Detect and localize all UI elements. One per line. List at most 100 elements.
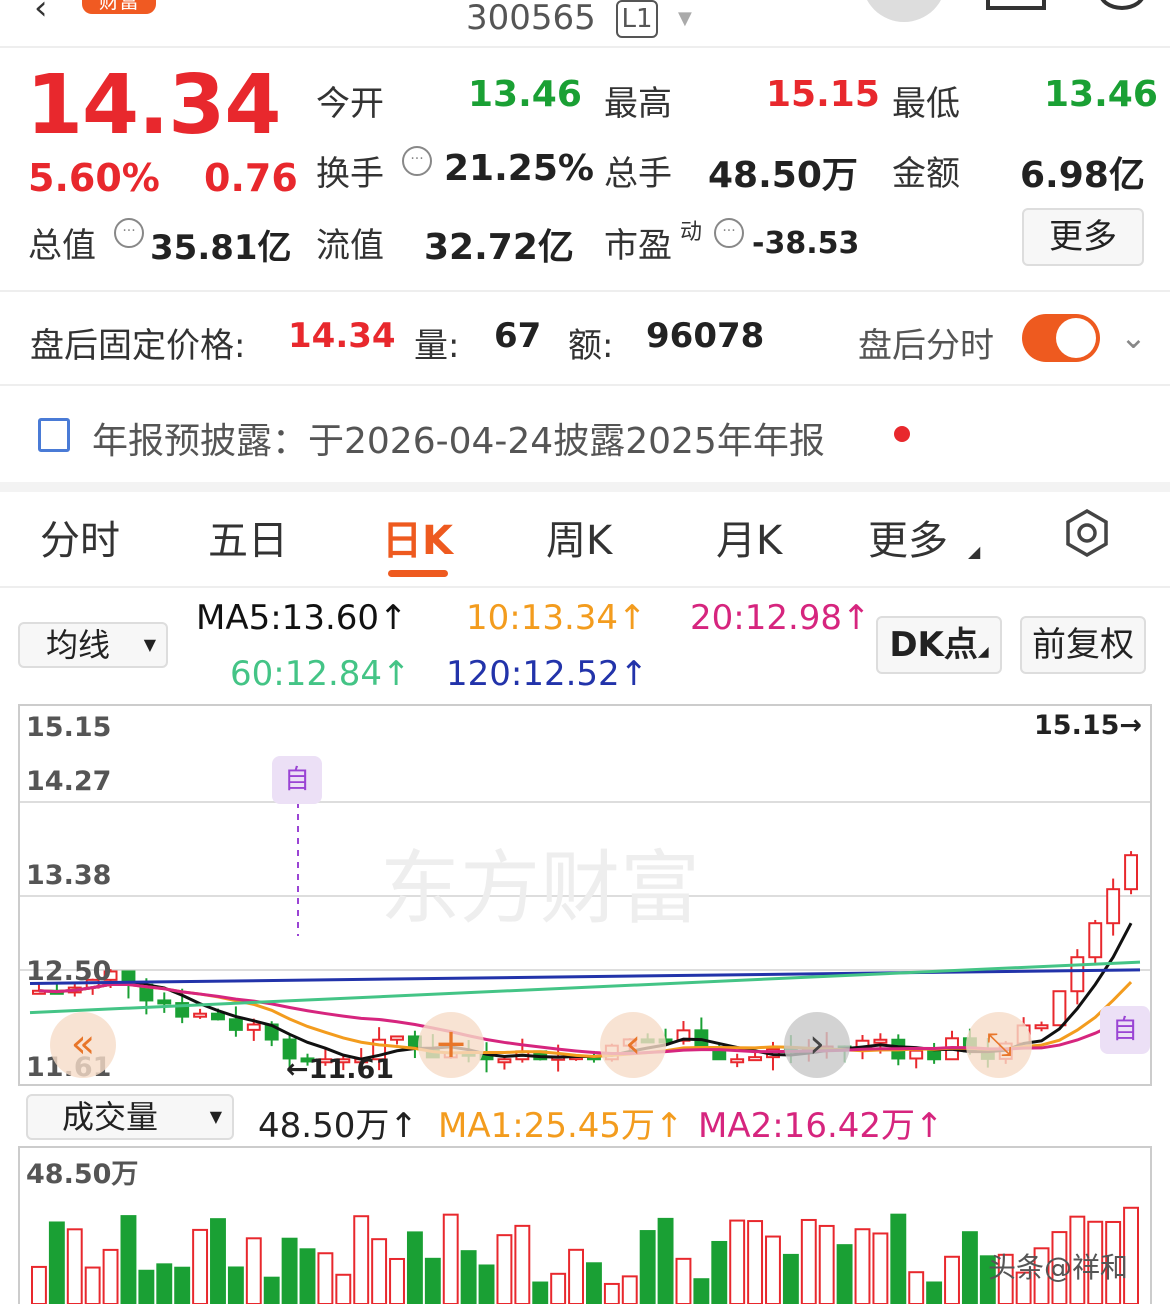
adjust-button[interactable]: 前复权	[1020, 616, 1146, 674]
max-marker: 15.15→	[1034, 710, 1143, 741]
volume-chart[interactable]: 48.50万	[18, 1146, 1152, 1304]
prev-button[interactable]: ‹	[600, 1012, 666, 1078]
tab-monthly-k[interactable]: 月K	[716, 508, 782, 566]
volume-bar	[496, 1234, 513, 1304]
volume-bar	[317, 1252, 334, 1304]
ma120-label: 120:12.52↑	[446, 654, 649, 694]
search-icon[interactable]	[1098, 0, 1146, 10]
min-marker: ←11.61	[286, 1054, 395, 1085]
volume-bar	[532, 1281, 549, 1304]
high-value: 15.15	[766, 74, 880, 115]
tab-more[interactable]: 更多	[868, 508, 948, 566]
mcap-label: 总值	[28, 226, 96, 266]
volume-selector-label: 成交量	[62, 1098, 159, 1136]
volume-bar	[872, 1232, 889, 1304]
volume-selector[interactable]: 成交量 ▼	[26, 1094, 234, 1140]
volume-bar	[944, 1255, 960, 1304]
volume-bar	[138, 1269, 155, 1304]
high-label: 最高	[604, 84, 672, 124]
calendar-icon[interactable]	[986, 0, 1046, 10]
triangle-icon: ◢	[977, 644, 989, 660]
volume-bar	[371, 1238, 388, 1304]
stock-code: 300565	[466, 0, 596, 38]
volume-bar	[281, 1237, 298, 1304]
candle	[1124, 854, 1139, 891]
divider	[0, 290, 1170, 292]
chevron-down-icon[interactable]: ⌄	[1120, 318, 1147, 356]
top-bar: ‹ 财富 300565 L1 ▼	[0, 0, 1170, 48]
volume-bar	[120, 1215, 137, 1304]
volume-bar	[926, 1281, 943, 1304]
volume-bar	[245, 1237, 262, 1304]
low-label: 最低	[892, 84, 960, 124]
ma-selector[interactable]: 均线 ▼	[18, 622, 168, 668]
turnover-label: 换手	[316, 154, 384, 194]
self-mark-tag[interactable]: 自	[272, 756, 322, 804]
triangle-down-icon: ▼	[209, 1107, 222, 1126]
pe-label: 市盈	[604, 226, 672, 266]
ma10-label: 10:13.34↑	[466, 598, 647, 638]
volume-bar	[174, 1266, 191, 1304]
divider	[0, 384, 1170, 386]
volume-bar	[84, 1266, 101, 1304]
triangle-down-icon: ▼	[143, 635, 156, 654]
notice-text[interactable]: 年报预披露：于2026-04-24披露2025年年报	[92, 412, 825, 464]
notice-dot	[894, 426, 910, 442]
current-price: 14.34	[26, 58, 281, 153]
after-hours-toggle[interactable]	[1022, 314, 1100, 362]
volume-bar	[890, 1213, 907, 1304]
volume-bar	[192, 1228, 209, 1304]
avatar[interactable]	[862, 0, 946, 22]
amount-label: 金额	[892, 154, 960, 194]
volume-value: 48.50万	[708, 155, 858, 196]
candle	[246, 1023, 261, 1031]
fullscreen-button[interactable]: ⤡	[966, 1012, 1032, 1078]
volume-bar	[156, 1263, 173, 1304]
dk-point-label: DK点	[889, 625, 978, 665]
volume-bar	[514, 1224, 531, 1304]
tab-daily-k[interactable]: 日K	[382, 508, 453, 566]
volume-canvas	[31, 1206, 1140, 1304]
after-hours-toggle-label: 盘后分时	[858, 326, 994, 366]
info-icon[interactable]: ···	[402, 146, 432, 176]
volume-bar	[800, 1218, 817, 1304]
volume-bar	[747, 1220, 764, 1304]
gear-icon[interactable]	[1062, 508, 1112, 558]
volume-bar	[406, 1231, 423, 1304]
after-hours-amount: 96078	[646, 316, 765, 356]
back-icon[interactable]: ‹	[34, 0, 48, 28]
tab-weekly-k[interactable]: 周K	[546, 508, 612, 566]
divider	[0, 586, 1170, 588]
ma-selector-label: 均线	[46, 626, 111, 664]
volume-bar	[765, 1235, 781, 1304]
after-hours-price: 14.34	[288, 316, 396, 356]
info-icon[interactable]: ···	[714, 218, 744, 248]
rewind-button[interactable]: «	[50, 1012, 116, 1078]
volume-bar	[782, 1253, 799, 1304]
volume-bar	[424, 1257, 441, 1304]
tab-intraday[interactable]: 分时	[40, 508, 120, 566]
candle	[873, 1038, 888, 1044]
y-label-2: 14.27	[26, 766, 112, 797]
volume-bar	[908, 1271, 925, 1304]
volume-bar	[586, 1262, 602, 1304]
volume-bar	[818, 1224, 835, 1304]
active-tab-indicator	[388, 570, 448, 577]
dropdown-icon[interactable]: ▼	[678, 8, 692, 29]
mcap-value: 35.81亿	[150, 228, 292, 268]
amount-value: 6.98亿	[1020, 155, 1145, 196]
ma60-label: 60:12.84↑	[230, 654, 411, 694]
next-button[interactable]: ›	[784, 1012, 850, 1078]
candle	[1088, 922, 1103, 959]
candle	[1034, 1024, 1049, 1030]
after-hours-amount-label: 额:	[568, 326, 614, 366]
self-mark-tag[interactable]: 自	[1100, 1006, 1150, 1054]
zoom-in-button[interactable]: +	[418, 1012, 484, 1078]
info-icon[interactable]: ···	[114, 218, 144, 248]
dk-point-button[interactable]: DK点◢	[876, 616, 1002, 674]
tab-five-day[interactable]: 五日	[208, 508, 288, 566]
more-button[interactable]: 更多	[1022, 208, 1144, 266]
float-label: 流值	[316, 226, 384, 266]
low-value: 13.46	[1044, 74, 1158, 115]
volume-bar	[442, 1213, 459, 1304]
